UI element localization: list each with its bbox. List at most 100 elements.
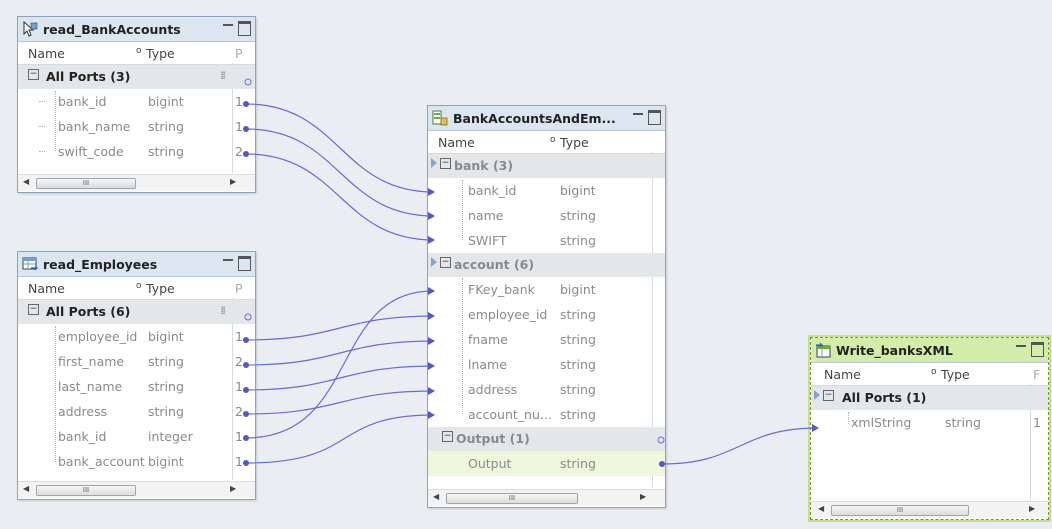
port-group-all-ports[interactable]: − All Ports (3) ⁞⁞ [18, 65, 255, 89]
collapse-icon[interactable]: − [823, 390, 834, 401]
port-row[interactable]: bank_id bigint 1 [18, 89, 255, 114]
name-column-header[interactable]: Name [28, 281, 65, 296]
port-row-output[interactable]: Output string [428, 451, 665, 476]
port-type: string [560, 407, 596, 422]
scroll-thumb[interactable]: III [446, 493, 578, 504]
group-label: All Ports (3) [46, 69, 131, 84]
port-row[interactable]: first_name string 2 [18, 349, 255, 374]
port-row[interactable]: account_nu... string [428, 402, 665, 427]
link-address [245, 390, 435, 415]
collapse-icon[interactable]: − [440, 158, 451, 169]
scroll-right-arrow-icon[interactable]: ▶ [230, 484, 236, 493]
type-column-header[interactable]: Type [560, 135, 589, 150]
maximize-button[interactable] [238, 256, 251, 271]
expand-arrow-icon[interactable] [431, 257, 437, 267]
bank-accounts-and-employees-node[interactable]: BankAccountsAndEm... Name o Type − bank … [427, 105, 666, 508]
port-group-account[interactable]: − account (6) [428, 253, 665, 277]
port-row[interactable]: SWIFT string [428, 228, 665, 253]
scroll-thumb[interactable]: III [36, 178, 136, 189]
clipped-column-header: F [1033, 366, 1041, 382]
port-type: string [148, 379, 184, 394]
minimize-button[interactable] [632, 110, 644, 124]
type-column-header[interactable]: Type [146, 281, 175, 296]
name-column-header[interactable]: Name [28, 46, 65, 61]
scroll-right-arrow-icon[interactable]: ▶ [640, 492, 646, 501]
scroll-right-arrow-icon[interactable]: ▶ [1029, 504, 1035, 513]
maximize-button[interactable] [238, 21, 251, 36]
node-title: read_Employees [43, 256, 158, 272]
scroll-right-arrow-icon[interactable]: ▶ [230, 177, 236, 186]
write-banks-xml-node[interactable]: Write_banksXML Name o Type F − All Ports… [808, 335, 1051, 522]
horizontal-scrollbar[interactable]: ◀ III ▶ [811, 501, 1048, 518]
horizontal-scrollbar[interactable]: ◀ III ▶ [428, 489, 665, 506]
name-column-header[interactable]: Name [824, 367, 861, 382]
scroll-left-arrow-icon[interactable]: ◀ [818, 504, 824, 513]
column-header: Name o Type F [811, 363, 1048, 386]
port-row[interactable]: FKey_bank bigint [428, 277, 665, 302]
port-precision: 1 [235, 94, 243, 109]
column-header: Name o Type P [18, 277, 255, 300]
scroll-thumb[interactable]: III [36, 485, 136, 496]
collapse-icon[interactable]: − [28, 304, 39, 315]
minimize-button[interactable] [222, 256, 234, 270]
collapse-icon[interactable]: − [442, 431, 453, 442]
expand-arrow-icon[interactable] [431, 158, 437, 168]
write-banks-xml-title-bar[interactable]: Write_banksXML [811, 338, 1048, 363]
port-row[interactable]: address string [428, 377, 665, 402]
type-column-header[interactable]: Type [941, 367, 970, 382]
port-precision: 1 [235, 119, 243, 134]
port-row[interactable]: bank_id bigint [428, 178, 665, 203]
joiner-title-bar[interactable]: BankAccountsAndEm... [428, 106, 665, 131]
collapse-icon[interactable]: − [28, 69, 39, 80]
name-column-header[interactable]: Name [438, 135, 475, 150]
port-precision: 1 [235, 329, 243, 344]
port-row[interactable]: bank_id integer 1 [18, 424, 255, 449]
scroll-left-arrow-icon[interactable]: ◀ [433, 492, 439, 501]
port-row[interactable]: employee_id bigint 1 [18, 324, 255, 349]
port-group-all-ports[interactable]: − All Ports (6) ⁞⁞ [18, 300, 255, 324]
type-column-header[interactable]: Type [146, 46, 175, 61]
read-employees-title-bar[interactable]: read_Employees [18, 252, 255, 277]
port-type: bigint [560, 183, 596, 198]
joiner-icon [432, 110, 448, 126]
column-header: Name o Type [428, 131, 665, 154]
port-group-bank[interactable]: − bank (3) [428, 154, 665, 178]
minimize-button[interactable] [1015, 342, 1027, 356]
port-row[interactable]: xmlString string 1 [811, 410, 1048, 435]
port-group-output[interactable]: − Output (1) [428, 427, 665, 451]
port-row[interactable]: name string [428, 203, 665, 228]
scroll-thumb[interactable]: III [831, 505, 969, 516]
port-row[interactable]: address string 2 [18, 399, 255, 424]
mapping-canvas[interactable]: read_BankAccounts Name o Type P − All Po… [0, 0, 1052, 529]
port-row[interactable]: lname string [428, 352, 665, 377]
port-precision: 1 [235, 379, 243, 394]
read-bank-accounts-node[interactable]: read_BankAccounts Name o Type P − All Po… [17, 16, 256, 193]
drag-grip-icon[interactable]: ⁞⁞ [220, 304, 227, 317]
port-row[interactable]: bank_account bigint 1 [18, 449, 255, 474]
port-precision: 2 [235, 354, 243, 369]
group-label: All Ports (1) [842, 390, 927, 405]
maximize-button[interactable] [1031, 342, 1044, 357]
horizontal-scrollbar[interactable]: ◀ III ▶ [18, 174, 255, 191]
port-precision: 1 [235, 454, 243, 469]
maximize-button[interactable] [648, 110, 661, 125]
expand-arrow-icon[interactable] [814, 390, 820, 400]
read-bank-accounts-title-bar[interactable]: read_BankAccounts [18, 17, 255, 42]
port-type: string [148, 119, 184, 134]
collapse-icon[interactable]: − [440, 257, 451, 268]
read-employees-node[interactable]: read_Employees Name o Type P − All Ports… [17, 251, 256, 500]
port-group-all-ports[interactable]: − All Ports (1) [811, 386, 1048, 410]
port-row[interactable]: employee_id string [428, 302, 665, 327]
horizontal-scrollbar[interactable]: ◀ III ▶ [18, 481, 255, 498]
port-type: string [560, 357, 596, 372]
sort-indicator-icon: o [136, 46, 142, 56]
port-row[interactable]: fname string [428, 327, 665, 352]
minimize-button[interactable] [222, 21, 234, 35]
port-row[interactable]: bank_name string 1 [18, 114, 255, 139]
scroll-left-arrow-icon[interactable]: ◀ [23, 484, 29, 493]
port-row[interactable]: last_name string 1 [18, 374, 255, 399]
drag-grip-icon[interactable]: ⁞⁞ [220, 69, 227, 82]
scroll-left-arrow-icon[interactable]: ◀ [23, 177, 29, 186]
port-type: string [945, 415, 981, 430]
port-row[interactable]: swift_code string 2 [18, 139, 255, 164]
